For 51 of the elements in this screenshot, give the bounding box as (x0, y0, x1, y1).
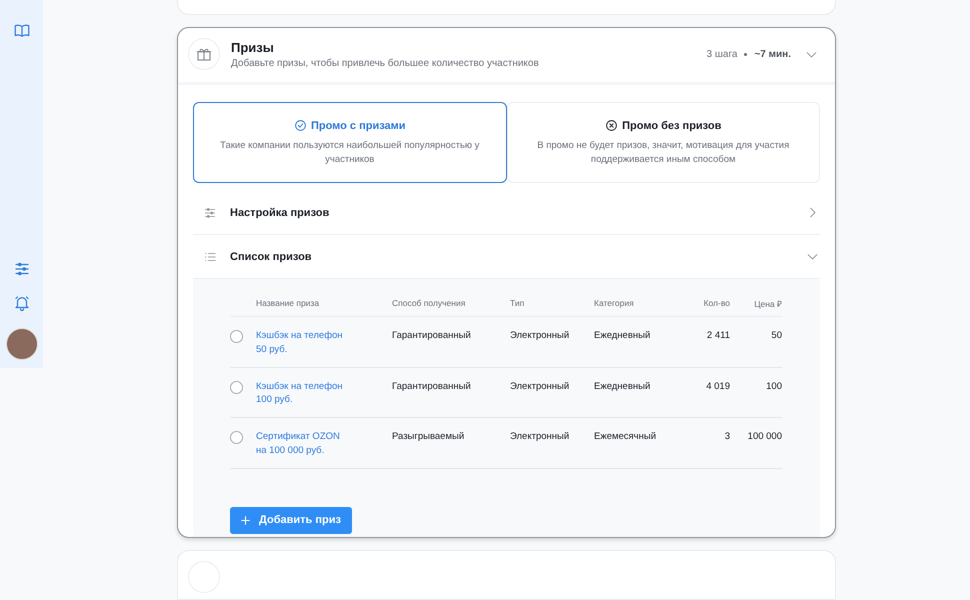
table-cell: Разыгрываемый (392, 431, 464, 442)
table-cell: Ежедневный (594, 380, 650, 392)
column-header: Название приза (256, 293, 392, 318)
table-cell: Гарантированный (392, 380, 471, 392)
cross-circle-icon (605, 119, 618, 132)
table-cell: Ежедневный (594, 330, 650, 342)
radio-button[interactable] (230, 380, 243, 394)
option-title: Промо без призов (622, 120, 722, 132)
table-cell: 50 (771, 330, 782, 342)
radio-button[interactable] (230, 330, 243, 344)
option-card[interactable]: Промо без призов В промо не будет призов, значит, мотивация для участия поддерживается иным способом (506, 102, 820, 184)
steps-count: 3 шага (706, 48, 738, 60)
prize-link[interactable]: Кэшбэк на телефон 50 руб. (256, 329, 352, 357)
column-header: Способ получения (392, 293, 510, 318)
column-header: Цена ₽ (730, 293, 782, 318)
section-title: Настройка призов (230, 206, 330, 219)
radio-button[interactable] (230, 431, 243, 444)
sliders-icon (203, 206, 217, 220)
duration: ~7 мин. (754, 48, 791, 60)
prize-link[interactable]: Сертификат OZON на 100 000 руб. (256, 430, 352, 458)
card-subtitle: Добавьте призы, чтобы привлечь большее количество участников (231, 58, 540, 69)
separator-dot (744, 52, 748, 56)
book-icon (12, 22, 30, 40)
table-cell: 100 000 (748, 431, 782, 442)
table-cell: Электронный (510, 380, 570, 392)
table-cell: 3 (724, 431, 730, 442)
card-title: Призы (231, 40, 275, 55)
avatar[interactable] (6, 328, 38, 360)
table-cell: Ежемесячный (594, 431, 656, 442)
bell-icon (12, 294, 30, 312)
table-cell: Гарантированный (392, 330, 471, 342)
table-cell: 2 411 (706, 330, 730, 342)
option-card[interactable]: Промо с призами Такие компании пользуются наибольшей популярностью у участников (193, 102, 506, 184)
table-cell: 4 019 (706, 380, 730, 392)
option-title: Промо с призами (310, 120, 406, 132)
column-header: Категория (594, 293, 672, 318)
option-description: Такие компании пользуются наибольшей популярностью у участников (219, 139, 480, 166)
prize-link[interactable]: Кэшбэк на телефон 100 руб. (256, 380, 352, 408)
sliders-icon (12, 260, 30, 278)
section-title: Список призов (230, 250, 313, 263)
option-description: В промо не будет призов, значит, мотивация для участия поддерживается иным способом (536, 139, 790, 166)
column-header: Тип (510, 293, 594, 318)
plus-icon (239, 514, 252, 527)
column-header: Кол-во (672, 293, 730, 318)
table-cell: 100 (766, 380, 782, 392)
gift-icon (188, 38, 220, 70)
table-cell: Электронный (510, 330, 570, 342)
section-header[interactable]: Настройка призов (193, 191, 820, 236)
check-circle-icon (294, 119, 307, 132)
table-cell: Электронный (510, 431, 570, 442)
add-prize-button[interactable]: Добавить приз (230, 506, 352, 534)
